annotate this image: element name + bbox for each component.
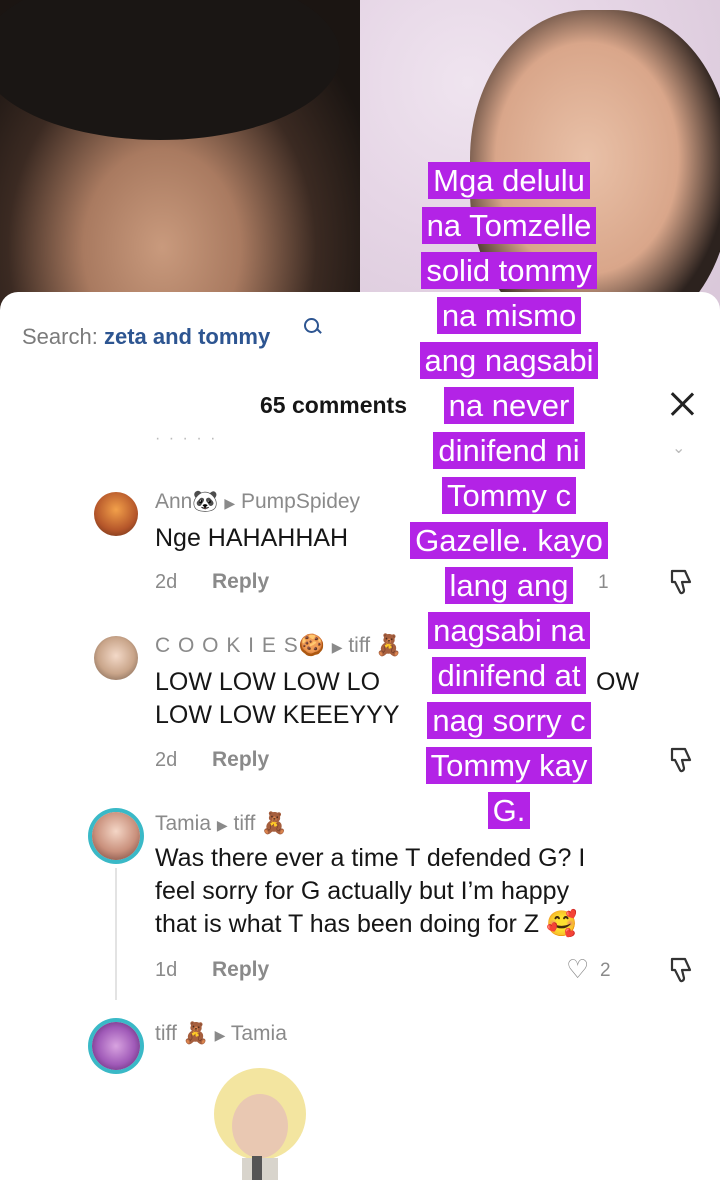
comment-text-line: LOW LOW KEEEYYY xyxy=(155,701,400,729)
avatar[interactable] xyxy=(92,812,140,860)
overlay-caption-line: G. xyxy=(487,792,531,829)
close-icon[interactable] xyxy=(668,390,696,418)
overlay-caption-line: Tommy kay xyxy=(425,747,593,784)
overlay-caption: Mga delulu na Tomzelle solid tommy na mismo… xyxy=(398,158,620,833)
comment-text-line: that is what T has been doing for Z 🥰 xyxy=(155,910,578,938)
comment-author[interactable]: Tamia ▶ tiff 🧸 xyxy=(155,812,287,836)
comment-text-line: Was there ever a time T defended G? I xyxy=(155,844,586,872)
overlay-caption-line: na Tomzelle xyxy=(421,207,597,244)
comment-author[interactable]: C O O K I E S🍪 ▶ tiff 🧸 xyxy=(155,634,402,658)
overlay-caption-line: na never xyxy=(443,387,575,424)
search-icon[interactable] xyxy=(304,318,319,333)
comment-age: 2d xyxy=(155,571,178,593)
overlay-caption-line: lang ang xyxy=(444,567,574,604)
sticker-image xyxy=(212,1064,308,1180)
chevron-down-icon[interactable]: ⌄ xyxy=(672,438,685,458)
reply-button[interactable]: Reply xyxy=(212,958,269,982)
search-query[interactable]: zeta and tommy xyxy=(104,324,270,349)
comment-author[interactable]: Ann🐼 ▶ PumpSpidey xyxy=(155,490,360,514)
overlay-caption-line: na mismo xyxy=(436,297,582,334)
overlay-caption-line: Tommy c xyxy=(442,477,576,514)
search-suggestion[interactable]: Search: zeta and tommy xyxy=(22,324,270,350)
reply-button[interactable]: Reply xyxy=(212,748,269,772)
comment-age: 1d xyxy=(155,959,178,981)
avatar[interactable] xyxy=(94,636,138,680)
heart-icon[interactable]: ♡ xyxy=(566,956,589,982)
avatar[interactable] xyxy=(92,1022,140,1070)
overlay-caption-line: dinifend ni xyxy=(433,432,585,469)
like-count: 2 xyxy=(600,960,611,981)
overlay-caption-line: nag sorry c xyxy=(427,702,591,739)
comment-text: Nge HAHAHHAH xyxy=(155,524,349,552)
faint-previous-row: · · · · · xyxy=(155,430,218,447)
overlay-caption-line: nagsabi na xyxy=(428,612,590,649)
dislike-icon[interactable] xyxy=(668,568,694,596)
overlay-caption-line: Gazelle. kayo xyxy=(410,522,608,559)
reply-button[interactable]: Reply xyxy=(212,570,269,594)
video-left-person xyxy=(0,0,360,330)
overlay-caption-line: solid tommy xyxy=(421,252,597,289)
comment-text-line: LOW LOW LOW LO xyxy=(155,668,381,696)
thread-line xyxy=(115,868,117,1000)
overlay-caption-line: dinifend at xyxy=(432,657,586,694)
comments-count: 65 comments xyxy=(260,392,408,418)
comment-author[interactable]: tiff 🧸 ▶ Tamia xyxy=(155,1022,287,1046)
avatar[interactable] xyxy=(94,492,138,536)
overlay-caption-line: ang nagsabi xyxy=(419,342,599,379)
dislike-icon[interactable] xyxy=(668,956,694,984)
search-label: Search: xyxy=(22,324,98,349)
dislike-icon[interactable] xyxy=(668,746,694,774)
comment-text-line: feel sorry for G actually but I’m happy xyxy=(155,877,570,905)
comment-age: 2d xyxy=(155,749,178,771)
overlay-caption-line: Mga delulu xyxy=(428,162,590,199)
